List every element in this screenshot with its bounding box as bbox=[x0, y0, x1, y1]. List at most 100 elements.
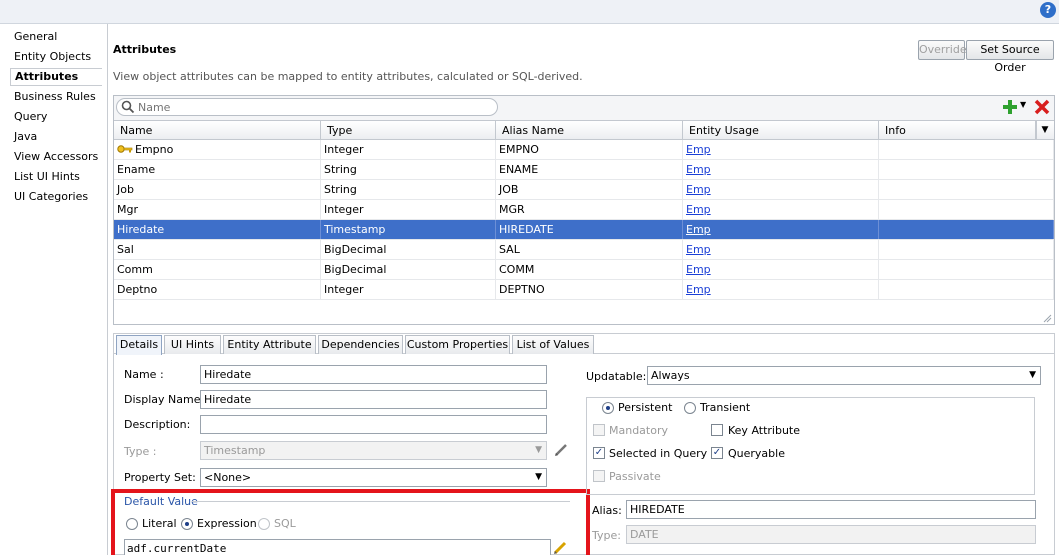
mandatory-label: Mandatory bbox=[609, 424, 669, 437]
table-row[interactable]: Empno Integer EMPNO Emp bbox=[114, 140, 1054, 160]
nav-item-entity-objects[interactable]: Entity Objects bbox=[14, 50, 91, 63]
cell-type: BigDecimal bbox=[321, 240, 496, 259]
persistent-label: Persistent bbox=[618, 401, 673, 414]
cell-entity-usage-link[interactable]: Emp bbox=[683, 180, 879, 199]
tab-ui-hints[interactable]: UI Hints bbox=[164, 335, 221, 354]
cell-name: Hiredate bbox=[114, 220, 321, 239]
cell-alias: JOB bbox=[496, 180, 683, 199]
cell-alias: EMPNO bbox=[496, 140, 683, 159]
cell-alias: DEPTNO bbox=[496, 280, 683, 299]
nav-item-attributes[interactable]: Attributes bbox=[10, 68, 102, 86]
key-attribute-checkbox[interactable] bbox=[711, 424, 723, 436]
nav-item-java[interactable]: Java bbox=[14, 130, 37, 143]
override-button[interactable]: Override bbox=[918, 40, 967, 60]
passivate-checkbox bbox=[593, 470, 605, 482]
cell-entity-usage-link[interactable]: Emp bbox=[683, 280, 879, 299]
highlight-box bbox=[111, 489, 590, 555]
nav-item-query[interactable]: Query bbox=[14, 110, 47, 123]
cell-type: Integer bbox=[321, 140, 496, 159]
type-combo: Timestamp ▼ bbox=[200, 441, 547, 460]
nav-item-business-rules[interactable]: Business Rules bbox=[14, 90, 96, 103]
cell-entity-usage-link[interactable]: Emp bbox=[683, 160, 879, 179]
edit-pencil-icon[interactable] bbox=[553, 442, 569, 458]
selected-in-query-checkbox[interactable]: ✓ bbox=[593, 447, 605, 459]
tab-custom-properties[interactable]: Custom Properties bbox=[405, 335, 510, 354]
resize-grip-icon[interactable] bbox=[1042, 313, 1052, 323]
nav-item-general[interactable]: General bbox=[14, 30, 57, 43]
name-field[interactable]: Hiredate bbox=[200, 365, 547, 384]
column-header-alias-name[interactable]: Alias Name bbox=[496, 121, 683, 140]
nav-item-list-ui-hints[interactable]: List UI Hints bbox=[14, 170, 80, 183]
updatable-combo[interactable]: Always ▼ bbox=[647, 366, 1041, 385]
cell-alias: HIREDATE bbox=[496, 220, 683, 239]
updatable-label: Updatable: bbox=[586, 370, 647, 383]
description-field[interactable] bbox=[200, 415, 547, 434]
column-menu-icon[interactable]: ▼ bbox=[1036, 121, 1053, 139]
property-set-value: <None> bbox=[204, 471, 252, 484]
cell-name: Sal bbox=[114, 240, 321, 259]
transient-label: Transient bbox=[700, 401, 755, 414]
cell-info bbox=[879, 200, 1054, 219]
table-row[interactable]: Sal BigDecimal SAL Emp bbox=[114, 240, 1054, 260]
chevron-down-icon: ▼ bbox=[535, 445, 542, 455]
cell-entity-usage-link[interactable]: Emp bbox=[683, 260, 879, 279]
tab-entity-attribute[interactable]: Entity Attribute bbox=[223, 335, 316, 354]
cell-type: BigDecimal bbox=[321, 260, 496, 279]
column-header-entity-usage[interactable]: Entity Usage bbox=[683, 121, 879, 140]
chevron-down-icon: ▼ bbox=[535, 472, 542, 482]
table-row[interactable]: Comm BigDecimal COMM Emp bbox=[114, 260, 1054, 280]
type-combo-value: Timestamp bbox=[204, 444, 266, 457]
mandatory-checkbox bbox=[593, 424, 605, 436]
type2-label: Type: bbox=[592, 529, 621, 542]
alias-field[interactable]: HIREDATE bbox=[626, 500, 1036, 519]
tab-dependencies[interactable]: Dependencies bbox=[318, 335, 403, 354]
column-header-info[interactable]: Info bbox=[879, 121, 1036, 140]
cell-name: Empno bbox=[114, 140, 321, 159]
passivate-label: Passivate bbox=[609, 470, 661, 483]
display-name-field[interactable]: Hiredate bbox=[200, 390, 547, 409]
cell-name: Job bbox=[114, 180, 321, 199]
cell-info bbox=[879, 140, 1054, 159]
top-toolbar bbox=[0, 0, 1059, 24]
nav-item-view-accessors[interactable]: View Accessors bbox=[14, 150, 98, 163]
table-row-selected[interactable]: Hiredate Timestamp HIREDATE Emp bbox=[114, 220, 1054, 240]
cell-entity-usage-link[interactable]: Emp bbox=[683, 240, 879, 259]
cell-entity-usage-link[interactable]: Emp bbox=[683, 220, 879, 239]
tab-list-of-values[interactable]: List of Values bbox=[512, 335, 594, 354]
name-label: Name : bbox=[124, 368, 164, 381]
add-icon[interactable] bbox=[1002, 99, 1018, 115]
cell-alias: ENAME bbox=[496, 160, 683, 179]
set-source-order-button[interactable]: Set Source Order bbox=[966, 40, 1054, 74]
transient-radio[interactable] bbox=[684, 402, 696, 414]
add-dropdown-icon[interactable]: ▼ bbox=[1020, 100, 1026, 109]
cell-type: String bbox=[321, 160, 496, 179]
cell-info bbox=[879, 240, 1054, 259]
left-nav: General Entity Objects Attributes Busine… bbox=[0, 24, 108, 555]
cell-entity-usage-link[interactable]: Emp bbox=[683, 140, 879, 159]
key-attribute-label: Key Attribute bbox=[728, 424, 801, 437]
column-header-type[interactable]: Type bbox=[321, 121, 496, 140]
cell-info bbox=[879, 180, 1054, 199]
table-row[interactable]: Deptno Integer DEPTNO Emp bbox=[114, 280, 1054, 300]
table-row[interactable]: Job String JOB Emp bbox=[114, 180, 1054, 200]
cell-entity-usage-link[interactable]: Emp bbox=[683, 200, 879, 219]
column-header-name[interactable]: Name bbox=[114, 121, 321, 140]
delete-icon[interactable] bbox=[1034, 99, 1050, 115]
property-set-combo[interactable]: <None> ▼ bbox=[200, 468, 547, 487]
cell-alias: MGR bbox=[496, 200, 683, 219]
type-label: Type : bbox=[124, 445, 157, 458]
type2-field: DATE bbox=[626, 525, 1036, 544]
help-icon[interactable]: ? bbox=[1040, 2, 1056, 18]
nav-item-ui-categories[interactable]: UI Categories bbox=[14, 190, 88, 203]
search-input[interactable] bbox=[138, 100, 488, 114]
table-row[interactable]: Mgr Integer MGR Emp bbox=[114, 200, 1054, 220]
tab-details[interactable]: Details bbox=[116, 335, 162, 355]
description-label: Description: bbox=[124, 418, 191, 431]
persistent-radio[interactable] bbox=[602, 402, 614, 414]
cell-name: Deptno bbox=[114, 280, 321, 299]
table-row[interactable]: Ename String ENAME Emp bbox=[114, 160, 1054, 180]
cell-name-text: Empno bbox=[135, 143, 174, 156]
cell-type: String bbox=[321, 180, 496, 199]
queryable-checkbox[interactable]: ✓ bbox=[711, 447, 723, 459]
chevron-down-icon: ▼ bbox=[1029, 370, 1036, 380]
